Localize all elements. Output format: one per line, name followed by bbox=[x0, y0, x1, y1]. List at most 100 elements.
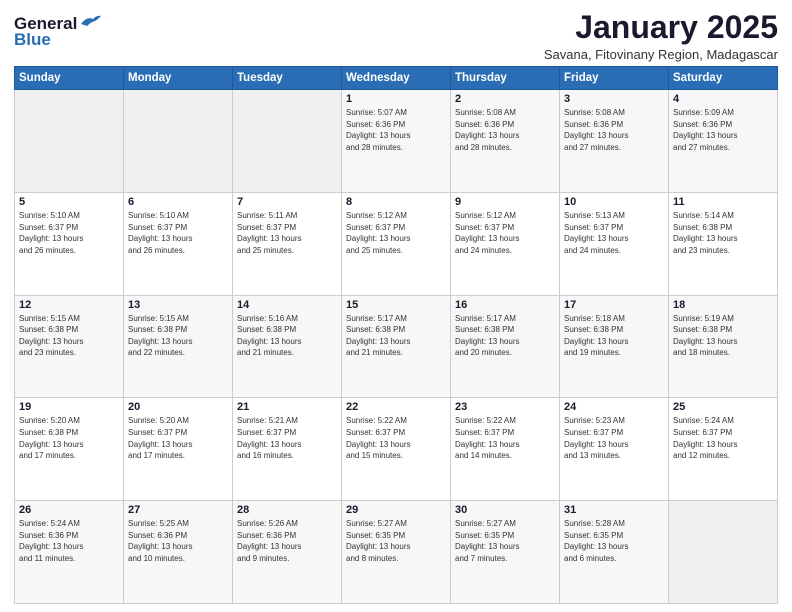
day-info: Sunrise: 5:15 AM Sunset: 6:38 PM Dayligh… bbox=[128, 313, 228, 359]
calendar-cell: 6Sunrise: 5:10 AM Sunset: 6:37 PM Daylig… bbox=[124, 192, 233, 295]
calendar-cell: 13 Sunrise: 5:15 AM Sunset: 6:38 PM Dayli… bbox=[124, 295, 233, 398]
day-info: Sunrise: 5:07 AM Sunset: 6:36 PM Dayligh… bbox=[346, 107, 446, 153]
day-number: 20 bbox=[128, 401, 228, 413]
day-info: Sunrise: 5:18 AM Sunset: 6:38 PM Dayligh… bbox=[564, 313, 664, 359]
calendar-cell: 24 Sunrise: 5:23 AM Sunset: 6:37 PM Dayli… bbox=[560, 398, 669, 501]
calendar-cell bbox=[15, 90, 124, 193]
day-info: Sunrise: 5:16 AM Sunset: 6:38 PM Dayligh… bbox=[237, 313, 337, 359]
header-row: SundayMondayTuesdayWednesdayThursdayFrid… bbox=[15, 67, 778, 90]
day-number: 1 bbox=[346, 93, 446, 105]
day-header-friday: Friday bbox=[560, 67, 669, 90]
calendar-cell: 10 Sunrise: 5:13 AM Sunset: 6:37 PM Dayli… bbox=[560, 192, 669, 295]
calendar-cell: 5 Sunrise: 5:10 AM Sunset: 6:37 PM Daylig… bbox=[15, 192, 124, 295]
day-number: 13 bbox=[128, 299, 228, 311]
day-info: Sunrise: 5:12 AM Sunset: 6:37 PM Dayligh… bbox=[346, 210, 446, 256]
calendar-cell: 23 Sunrise: 5:22 AM Sunset: 6:37 PM Dayli… bbox=[451, 398, 560, 501]
day-info: Sunrise: 5:22 AM Sunset: 6:37 PM Dayligh… bbox=[455, 415, 555, 461]
day-info: Sunrise: 5:17 AM Sunset: 6:38 PM Dayligh… bbox=[346, 313, 446, 359]
calendar-cell: 2 Sunrise: 5:08 AM Sunset: 6:36 PM Daylig… bbox=[451, 90, 560, 193]
day-number: 26 bbox=[19, 504, 119, 516]
day-number: 23 bbox=[455, 401, 555, 413]
calendar-cell: 26 Sunrise: 5:24 AM Sunset: 6:36 PM Dayli… bbox=[15, 501, 124, 604]
day-number: 25 bbox=[673, 401, 773, 413]
page: General Blue January 2025 Savana, Fitovi… bbox=[0, 0, 792, 612]
day-number: 14 bbox=[237, 299, 337, 311]
logo-blue: Blue bbox=[14, 30, 51, 50]
day-number: 7 bbox=[237, 196, 337, 208]
day-header-thursday: Thursday bbox=[451, 67, 560, 90]
day-number: 18 bbox=[673, 299, 773, 311]
logo: General Blue bbox=[14, 10, 101, 50]
calendar-cell: 16 Sunrise: 5:17 AM Sunset: 6:38 PM Dayli… bbox=[451, 295, 560, 398]
calendar-cell: 8 Sunrise: 5:12 AM Sunset: 6:37 PM Daylig… bbox=[342, 192, 451, 295]
day-info: Sunrise: 5:23 AM Sunset: 6:37 PM Dayligh… bbox=[564, 415, 664, 461]
day-info: Sunrise: 5:17 AM Sunset: 6:38 PM Dayligh… bbox=[455, 313, 555, 359]
calendar-cell: 30 Sunrise: 5:27 AM Sunset: 6:35 PM Dayli… bbox=[451, 501, 560, 604]
day-info: Sunrise: 5:19 AM Sunset: 6:38 PM Dayligh… bbox=[673, 313, 773, 359]
calendar-cell: 17 Sunrise: 5:18 AM Sunset: 6:38 PM Dayli… bbox=[560, 295, 669, 398]
calendar-cell: 18 Sunrise: 5:19 AM Sunset: 6:38 PM Dayli… bbox=[669, 295, 778, 398]
calendar-cell: 11Sunrise: 5:14 AM Sunset: 6:38 PM Dayli… bbox=[669, 192, 778, 295]
calendar-cell: 19 Sunrise: 5:20 AM Sunset: 6:38 PM Dayli… bbox=[15, 398, 124, 501]
day-info: Sunrise: 5:10 AM Sunset: 6:37 PM Dayligh… bbox=[128, 210, 228, 256]
day-number: 9 bbox=[455, 196, 555, 208]
day-number: 5 bbox=[19, 196, 119, 208]
calendar-cell: 4 Sunrise: 5:09 AM Sunset: 6:36 PM Daylig… bbox=[669, 90, 778, 193]
day-info: Sunrise: 5:09 AM Sunset: 6:36 PM Dayligh… bbox=[673, 107, 773, 153]
week-row-3: 12 Sunrise: 5:15 AM Sunset: 6:38 PM Dayli… bbox=[15, 295, 778, 398]
day-info: Sunrise: 5:08 AM Sunset: 6:36 PM Dayligh… bbox=[455, 107, 555, 153]
day-number: 28 bbox=[237, 504, 337, 516]
day-info: Sunrise: 5:11 AM Sunset: 6:37 PM Dayligh… bbox=[237, 210, 337, 256]
day-info: Sunrise: 5:27 AM Sunset: 6:35 PM Dayligh… bbox=[346, 518, 446, 564]
day-info: Sunrise: 5:22 AM Sunset: 6:37 PM Dayligh… bbox=[346, 415, 446, 461]
day-header-sunday: Sunday bbox=[15, 67, 124, 90]
calendar-cell bbox=[124, 90, 233, 193]
logo-bird-icon bbox=[79, 14, 101, 30]
calendar-cell bbox=[233, 90, 342, 193]
calendar-cell: 15 Sunrise: 5:17 AM Sunset: 6:38 PM Dayli… bbox=[342, 295, 451, 398]
day-header-saturday: Saturday bbox=[669, 67, 778, 90]
calendar-cell: 28 Sunrise: 5:26 AM Sunset: 6:36 PM Dayli… bbox=[233, 501, 342, 604]
day-number: 10 bbox=[564, 196, 664, 208]
day-number: 17 bbox=[564, 299, 664, 311]
day-number: 24 bbox=[564, 401, 664, 413]
day-number: 15 bbox=[346, 299, 446, 311]
day-info: Sunrise: 5:15 AM Sunset: 6:38 PM Dayligh… bbox=[19, 313, 119, 359]
day-info: Sunrise: 5:28 AM Sunset: 6:35 PM Dayligh… bbox=[564, 518, 664, 564]
calendar-cell: 14 Sunrise: 5:16 AM Sunset: 6:38 PM Dayli… bbox=[233, 295, 342, 398]
day-number: 4 bbox=[673, 93, 773, 105]
calendar-cell: 25 Sunrise: 5:24 AM Sunset: 6:37 PM Dayli… bbox=[669, 398, 778, 501]
day-info: Sunrise: 5:14 AM Sunset: 6:38 PM Dayligh… bbox=[673, 210, 773, 256]
day-info: Sunrise: 5:13 AM Sunset: 6:37 PM Dayligh… bbox=[564, 210, 664, 256]
location: Savana, Fitovinany Region, Madagascar bbox=[544, 47, 778, 62]
day-number: 27 bbox=[128, 504, 228, 516]
day-number: 31 bbox=[564, 504, 664, 516]
day-info: Sunrise: 5:24 AM Sunset: 6:37 PM Dayligh… bbox=[673, 415, 773, 461]
calendar-cell: 7 Sunrise: 5:11 AM Sunset: 6:37 PM Daylig… bbox=[233, 192, 342, 295]
day-info: Sunrise: 5:20 AM Sunset: 6:38 PM Dayligh… bbox=[19, 415, 119, 461]
day-info: Sunrise: 5:12 AM Sunset: 6:37 PM Dayligh… bbox=[455, 210, 555, 256]
day-number: 29 bbox=[346, 504, 446, 516]
week-row-4: 19 Sunrise: 5:20 AM Sunset: 6:38 PM Dayli… bbox=[15, 398, 778, 501]
calendar-cell: 29 Sunrise: 5:27 AM Sunset: 6:35 PM Dayli… bbox=[342, 501, 451, 604]
calendar-table: SundayMondayTuesdayWednesdayThursdayFrid… bbox=[14, 66, 778, 604]
day-info: Sunrise: 5:24 AM Sunset: 6:36 PM Dayligh… bbox=[19, 518, 119, 564]
header: General Blue January 2025 Savana, Fitovi… bbox=[14, 10, 778, 62]
calendar-cell: 9 Sunrise: 5:12 AM Sunset: 6:37 PM Daylig… bbox=[451, 192, 560, 295]
month-title: January 2025 bbox=[544, 10, 778, 45]
day-info: Sunrise: 5:26 AM Sunset: 6:36 PM Dayligh… bbox=[237, 518, 337, 564]
calendar-cell: 27 Sunrise: 5:25 AM Sunset: 6:36 PM Dayli… bbox=[124, 501, 233, 604]
calendar-cell: 20Sunrise: 5:20 AM Sunset: 6:37 PM Dayli… bbox=[124, 398, 233, 501]
day-number: 19 bbox=[19, 401, 119, 413]
day-info: Sunrise: 5:27 AM Sunset: 6:35 PM Dayligh… bbox=[455, 518, 555, 564]
day-number: 16 bbox=[455, 299, 555, 311]
day-number: 2 bbox=[455, 93, 555, 105]
day-number: 8 bbox=[346, 196, 446, 208]
week-row-2: 5 Sunrise: 5:10 AM Sunset: 6:37 PM Daylig… bbox=[15, 192, 778, 295]
day-number: 30 bbox=[455, 504, 555, 516]
day-info: Sunrise: 5:10 AM Sunset: 6:37 PM Dayligh… bbox=[19, 210, 119, 256]
day-header-monday: Monday bbox=[124, 67, 233, 90]
day-number: 12 bbox=[19, 299, 119, 311]
day-info: Sunrise: 5:25 AM Sunset: 6:36 PM Dayligh… bbox=[128, 518, 228, 564]
calendar-cell: 21Sunrise: 5:21 AM Sunset: 6:37 PM Dayli… bbox=[233, 398, 342, 501]
